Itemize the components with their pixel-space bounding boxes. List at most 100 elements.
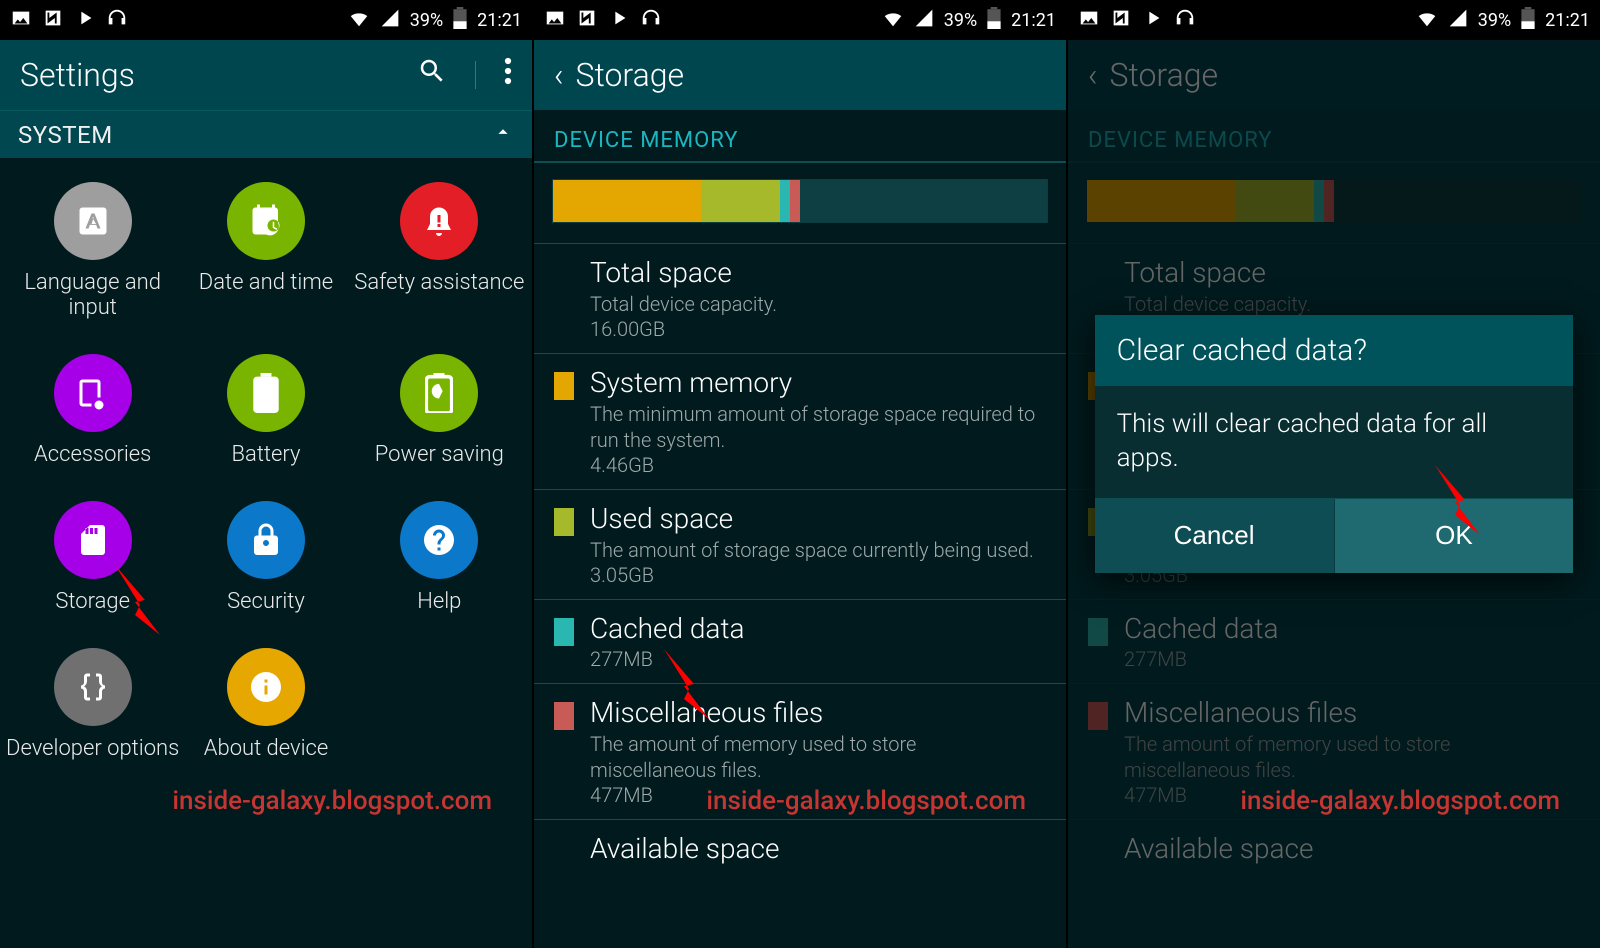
storage-swatch <box>554 372 574 400</box>
settings-item-language-input[interactable]: Language and input <box>6 182 179 320</box>
storage-row-total-space[interactable]: Total spaceTotal device capacity.16.00GB <box>534 243 1066 353</box>
settings-item-label: Date and time <box>199 270 333 295</box>
divider <box>475 61 476 89</box>
section-system[interactable]: SYSTEM <box>0 110 532 158</box>
battery-percent: 39% <box>944 10 977 31</box>
storage-row-subtitle: Total device capacity. <box>590 291 1046 317</box>
nfc-icon <box>42 7 64 34</box>
settings-item-date-time[interactable]: Date and time <box>179 182 352 320</box>
settings-item-label: Developer options <box>6 736 179 761</box>
battery-icon <box>987 7 1001 34</box>
settings-item-battery[interactable]: Battery <box>179 354 352 467</box>
storage-bar-segment <box>800 180 1047 222</box>
settings-item-label: Power saving <box>375 442 504 467</box>
language-icon <box>54 182 132 260</box>
calendar-clock-icon <box>227 182 305 260</box>
storage-swatch <box>554 702 574 730</box>
wifi-icon <box>882 7 904 34</box>
dialog-body: This will clear cached data for all apps… <box>1095 386 1574 498</box>
help-icon <box>400 501 478 579</box>
headphones-icon <box>640 7 662 34</box>
settings-item-about-device[interactable]: About device <box>179 648 352 761</box>
page-title: Storage <box>576 56 685 94</box>
image-icon <box>544 7 566 34</box>
storage-content: DEVICE MEMORY Total spaceTotal device ca… <box>534 110 1066 948</box>
power-saving-icon <box>400 354 478 432</box>
storage-swatch <box>554 618 574 646</box>
app-header: ‹ Storage <box>534 40 1066 110</box>
settings-item-safety[interactable]: Safety assistance <box>353 182 526 320</box>
play-icon <box>74 7 96 34</box>
storage-row-cached-data[interactable]: Cached data277MB <box>534 599 1066 683</box>
settings-item-label: Battery <box>232 442 301 467</box>
battery-percent: 39% <box>410 10 443 31</box>
storage-row-title: Cached data <box>590 612 1046 645</box>
ok-button[interactable]: OK <box>1335 499 1574 573</box>
storage-row-subtitle: The amount of memory used to store misce… <box>590 731 1046 783</box>
signal-icon <box>914 8 934 33</box>
back-icon[interactable]: ‹ <box>554 56 564 94</box>
status-bar: 39% 21:21 <box>534 0 1066 40</box>
search-icon[interactable] <box>417 56 447 94</box>
storage-row-title: Used space <box>590 502 1046 535</box>
settings-item-label: Safety assistance <box>354 270 524 295</box>
page-title: Settings <box>20 56 135 94</box>
storage-usage-bar <box>552 179 1048 223</box>
storage-row-value: 16.00GB <box>590 317 1046 341</box>
settings-item-label: Storage <box>55 589 130 614</box>
dialog-overlay: Clear cached data? This will clear cache… <box>1068 0 1600 948</box>
watermark: inside-galaxy.blogspot.com <box>706 786 1026 816</box>
storage-row-value: 3.05GB <box>590 563 1046 587</box>
storage-row-title: Miscellaneous files <box>590 696 1046 729</box>
storage-row-subtitle: The amount of storage space currently be… <box>590 537 1046 563</box>
settings-item-label: Accessories <box>34 442 151 467</box>
storage-bar-segment <box>701 180 780 222</box>
screen-storage-dialog: 39% 21:21 ‹ Storage DEVICE MEMORY Total … <box>1068 0 1600 948</box>
status-bar: 39% 21:21 <box>0 0 532 40</box>
settings-item-label: Help <box>417 589 461 614</box>
storage-row-value: 4.46GB <box>590 453 1046 477</box>
storage-row-subtitle: The minimum amount of storage space requ… <box>590 401 1046 453</box>
storage-row-used-space[interactable]: Used spaceThe amount of storage space cu… <box>534 489 1066 599</box>
storage-row-available-space[interactable]: Available space <box>534 819 1066 879</box>
sd-card-icon <box>54 501 132 579</box>
settings-item-accessories[interactable]: Accessories <box>6 354 179 467</box>
battery-icon <box>227 354 305 432</box>
storage-bar-segment <box>790 180 800 222</box>
settings-item-label: Language and input <box>6 270 179 320</box>
watermark: inside-galaxy.blogspot.com <box>172 786 492 816</box>
cancel-button[interactable]: Cancel <box>1095 499 1335 573</box>
storage-bar-segment <box>780 180 790 222</box>
dialog-title: Clear cached data? <box>1095 315 1574 386</box>
braces-icon <box>54 648 132 726</box>
accessories-icon <box>54 354 132 432</box>
storage-row-system-memory[interactable]: System memoryThe minimum amount of stora… <box>534 353 1066 489</box>
section-device-memory: DEVICE MEMORY <box>534 110 1066 163</box>
settings-item-help[interactable]: Help <box>353 501 526 614</box>
image-icon <box>10 7 32 34</box>
section-label: SYSTEM <box>18 121 113 149</box>
settings-item-label: About device <box>204 736 329 761</box>
headphones-icon <box>106 7 128 34</box>
screen-storage-list: 39% 21:21 ‹ Storage DEVICE MEMORY Total … <box>534 0 1066 948</box>
settings-item-developer-options[interactable]: Developer options <box>6 648 179 761</box>
settings-item-power-saving[interactable]: Power saving <box>353 354 526 467</box>
status-time: 21:21 <box>477 10 522 31</box>
chevron-up-icon <box>492 121 514 149</box>
overflow-menu-icon[interactable] <box>504 56 512 94</box>
lock-icon <box>227 501 305 579</box>
settings-item-security[interactable]: Security <box>179 501 352 614</box>
battery-icon <box>453 7 467 34</box>
screen-settings-system: 39% 21:21 Settings SYSTEM <box>0 0 532 948</box>
storage-row-value: 277MB <box>590 647 1046 671</box>
play-icon <box>608 7 630 34</box>
info-icon <box>227 648 305 726</box>
wifi-icon <box>348 7 370 34</box>
signal-icon <box>380 8 400 33</box>
clear-cache-dialog: Clear cached data? This will clear cache… <box>1095 315 1574 573</box>
status-time: 21:21 <box>1011 10 1056 31</box>
settings-item-storage[interactable]: Storage <box>6 501 179 614</box>
storage-row-title: System memory <box>590 366 1046 399</box>
storage-bar-segment <box>553 180 701 222</box>
storage-row-title: Available space <box>590 832 1046 865</box>
